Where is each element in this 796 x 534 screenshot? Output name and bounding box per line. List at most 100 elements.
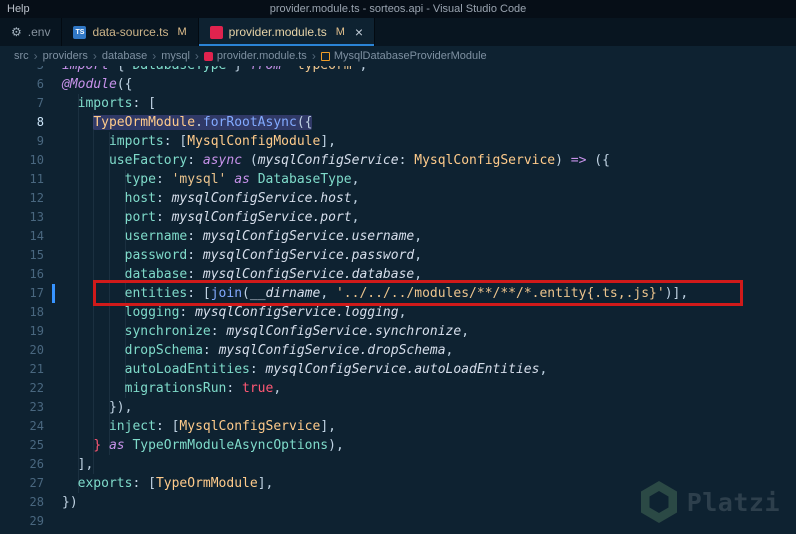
code-line-24[interactable]: 24 inject: [MysqlConfigService], <box>0 417 796 436</box>
code-text: }), <box>108 400 133 415</box>
breadcrumb-label: MysqlDatabaseProviderModule <box>333 50 487 62</box>
line-number: 23 <box>29 400 44 414</box>
code-text: type: 'mysql' as DatabaseType, <box>124 172 360 187</box>
code-text: inject: [MysqlConfigService], <box>108 419 336 434</box>
code-line-14[interactable]: 14 username: mysqlConfigService.username… <box>0 227 796 246</box>
code-line-5[interactable]: 5 import { DatabaseType } from 'typeorm'; <box>0 66 796 75</box>
code-line-21[interactable]: 21 autoLoadEntities: mysqlConfigService.… <box>0 360 796 379</box>
code-line-22[interactable]: 22 migrationsRun: true, <box>0 379 796 398</box>
line-number: 21 <box>29 362 44 376</box>
module-icon <box>209 25 223 39</box>
breadcrumb-label: mysql <box>161 50 190 62</box>
code-line-20[interactable]: 20 dropSchema: mysqlConfigService.dropSc… <box>0 341 796 360</box>
breadcrumb-label: database <box>101 50 148 62</box>
breadcrumb-item-provider.module.ts[interactable]: provider.module.ts <box>203 50 307 62</box>
modified-badge: M <box>335 26 345 38</box>
code-line-9[interactable]: 9 imports: [MysqlConfigModule], <box>0 132 796 151</box>
breadcrumb-item-database[interactable]: database <box>102 50 147 62</box>
code-text: exports: [TypeOrmModule], <box>77 476 274 491</box>
breadcrumb-item-src[interactable]: src <box>14 50 29 62</box>
code-lines: 5 import { DatabaseType } from 'typeorm';… <box>0 66 796 531</box>
line-number: 24 <box>29 419 44 433</box>
line-number: 19 <box>29 324 44 338</box>
code-line-12[interactable]: 12 host: mysqlConfigService.host, <box>0 189 796 208</box>
line-number: 18 <box>29 305 44 319</box>
tab-data-source.ts[interactable]: TS data-source.ts M <box>62 18 199 46</box>
class-symbol-icon <box>320 51 330 61</box>
breadcrumb-item-providers[interactable]: providers <box>43 50 88 62</box>
line-number: 5 <box>0 66 44 75</box>
tab-label: data-source.ts <box>92 25 169 39</box>
line-number: 29 <box>29 514 44 528</box>
line-number: 17 <box>29 286 44 300</box>
typescript-icon: TS <box>73 25 87 39</box>
code-line-6[interactable]: 6 @Module({ <box>0 75 796 94</box>
code-text: imports: [MysqlConfigModule], <box>108 134 336 149</box>
code-line-7[interactable]: 7 imports: [ <box>0 94 796 113</box>
module-icon <box>203 51 213 61</box>
platzi-watermark: Platzi <box>640 480 780 524</box>
code-text: logging: mysqlConfigService.logging, <box>124 305 407 320</box>
line-number: 9 <box>36 134 44 148</box>
code-line-19[interactable]: 19 synchronize: mysqlConfigService.synch… <box>0 322 796 341</box>
indent-guide <box>125 170 126 398</box>
code-text: autoLoadEntities: mysqlConfigService.aut… <box>124 362 548 377</box>
breadcrumb-separator: › <box>33 49 38 63</box>
code-text: }) <box>62 495 78 510</box>
tab-provider.module.ts[interactable]: provider.module.ts M × <box>198 18 376 46</box>
code-editor[interactable]: 5 import { DatabaseType } from 'typeorm';… <box>0 66 796 534</box>
code-line-15[interactable]: 15 password: mysqlConfigService.password… <box>0 246 796 265</box>
code-line-26[interactable]: 26 ], <box>0 455 796 474</box>
line-number: 6 <box>36 77 44 91</box>
tab-label: .env <box>27 25 51 39</box>
code-line-18[interactable]: 18 logging: mysqlConfigService.logging, <box>0 303 796 322</box>
code-line-13[interactable]: 13 port: mysqlConfigService.port, <box>0 208 796 227</box>
gear-icon: ⚙ <box>11 24 22 39</box>
breadcrumb-label: src <box>14 50 29 62</box>
code-text: password: mysqlConfigService.password, <box>124 248 423 263</box>
code-line-8[interactable]: 8 TypeOrmModule.forRootAsync({ <box>0 113 796 132</box>
code-text: imports: [ <box>77 96 156 111</box>
code-line-17[interactable]: 17 entities: [join(__dirname, '../../../… <box>0 284 796 303</box>
menu-item-help[interactable]: Help <box>0 3 37 15</box>
breadcrumb-separator: › <box>194 49 199 63</box>
code-line-11[interactable]: 11 type: 'mysql' as DatabaseType, <box>0 170 796 189</box>
code-line-16[interactable]: 16 database: mysqlConfigService.database… <box>0 265 796 284</box>
line-number: 13 <box>29 210 44 224</box>
code-line-10[interactable]: 10 useFactory: async (mysqlConfigService… <box>0 151 796 170</box>
code-text: port: mysqlConfigService.port, <box>124 210 360 225</box>
breadcrumb: src › providers › database › mysql › provider.mo… <box>0 46 796 66</box>
symbol-highlight: TypeOrmModule.forRootAsync({ <box>93 115 313 130</box>
code-text: database: mysqlConfigService.database, <box>124 267 423 282</box>
breadcrumb-label: provider.module.ts <box>216 50 307 62</box>
code-text: @Module({ <box>62 77 133 92</box>
code-text: username: mysqlConfigService.username, <box>124 229 423 244</box>
title-bar: Help provider.module.ts - sorteos.api - … <box>0 0 796 18</box>
tab-strip: ⚙ .env TS data-source.ts Mprovider.module.ts… <box>0 18 796 46</box>
line-number: 25 <box>29 438 44 452</box>
line-number: 11 <box>29 172 44 186</box>
modified-badge: M <box>177 26 187 38</box>
breadcrumb-item-MysqlDatabaseProviderModule[interactable]: MysqlDatabaseProviderModule <box>320 50 487 62</box>
code-text: synchronize: mysqlConfigService.synchron… <box>124 324 470 339</box>
breadcrumb-separator: › <box>311 49 316 63</box>
code-text: host: mysqlConfigService.host, <box>124 191 360 206</box>
platzi-watermark-text: Platzi <box>686 487 780 517</box>
line-number: 15 <box>29 248 44 262</box>
breadcrumb-item-mysql[interactable]: mysql <box>161 50 190 62</box>
code-text: import { DatabaseType } from 'typeorm'; <box>62 66 367 75</box>
indent-guide <box>78 94 79 493</box>
line-number: 14 <box>29 229 44 243</box>
code-line-23[interactable]: 23 }), <box>0 398 796 417</box>
close-icon[interactable]: × <box>355 24 363 40</box>
line-number: 7 <box>36 96 44 110</box>
line-number: 28 <box>29 495 44 509</box>
line-number: 22 <box>29 381 44 395</box>
code-text: TypeOrmModule.forRootAsync({ <box>62 113 313 132</box>
code-line-25[interactable]: 25 } as TypeOrmModuleAsyncOptions), <box>0 436 796 455</box>
indent-guide <box>109 132 110 455</box>
platzi-logo-icon <box>640 481 677 523</box>
line-number: 27 <box>29 476 44 490</box>
tab-.env[interactable]: ⚙ .env <box>0 18 63 46</box>
breadcrumb-separator: › <box>152 49 157 63</box>
